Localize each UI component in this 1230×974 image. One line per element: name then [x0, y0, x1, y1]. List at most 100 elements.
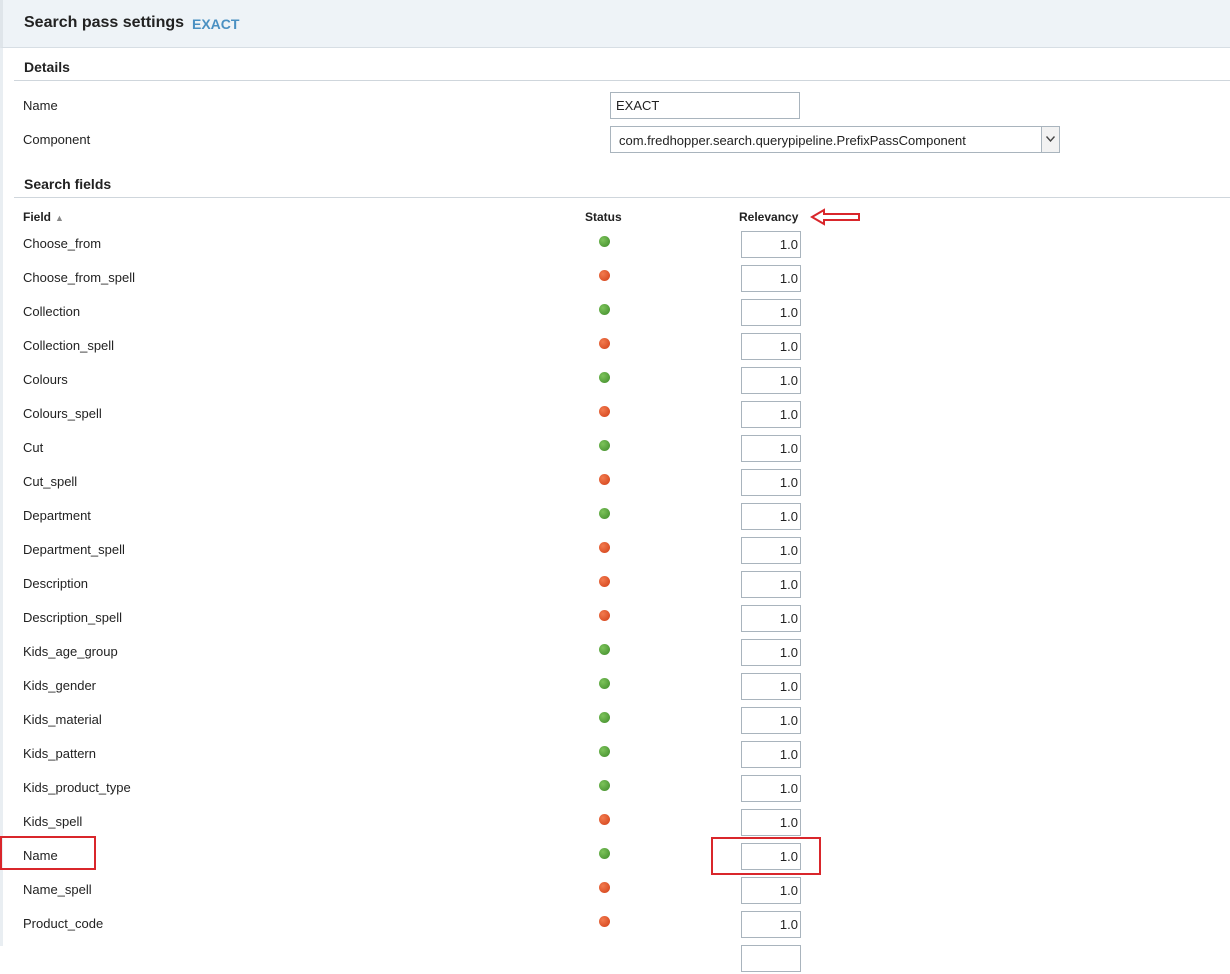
table-row: Kids_material — [0, 702, 1230, 736]
table-row: Cut_spell — [0, 464, 1230, 498]
component-label: Component — [23, 132, 91, 147]
status-active-icon — [599, 780, 610, 791]
name-label: Name — [23, 98, 58, 113]
relevancy-input[interactable] — [741, 537, 801, 564]
table-row: Choose_from — [0, 226, 1230, 260]
table-row: Description_spell — [0, 600, 1230, 634]
table-row: Description — [0, 566, 1230, 600]
field-name: Collection — [23, 304, 81, 319]
relevancy-input[interactable] — [741, 911, 801, 938]
page-header: Search pass settings EXACT — [0, 0, 1230, 48]
status-active-icon — [599, 848, 610, 859]
relevancy-input[interactable] — [741, 605, 801, 632]
field-name: Kids_age_group — [23, 644, 118, 659]
component-select[interactable]: com.fredhopper.search.querypipeline.Pref… — [610, 126, 1060, 153]
search-fields-table: Choose_from Choose_from_spell Collection Co… — [0, 226, 1230, 974]
field-name: Collection_spell — [23, 338, 115, 353]
pass-name-badge: EXACT — [192, 16, 240, 32]
table-row: Kids_pattern — [0, 736, 1230, 770]
relevancy-input[interactable] — [741, 333, 801, 360]
relevancy-input[interactable] — [741, 639, 801, 666]
field-name: Description — [23, 576, 89, 591]
status-inactive-icon — [599, 270, 610, 281]
table-row: Kids_age_group — [0, 634, 1230, 668]
field-name: Choose_from_spell — [23, 270, 136, 285]
relevancy-input[interactable] — [741, 299, 801, 326]
status-active-icon — [599, 236, 610, 247]
relevancy-input[interactable] — [741, 435, 801, 462]
column-header-relevancy[interactable]: Relevancy — [739, 210, 798, 224]
field-name: Kids_spell — [23, 814, 83, 829]
field-name: Cut_spell — [23, 474, 78, 489]
table-row: Department_spell — [0, 532, 1230, 566]
field-name: Kids_material — [23, 712, 102, 727]
field-name: Department_spell — [23, 542, 125, 557]
details-divider — [14, 80, 1230, 81]
field-name: Department — [23, 508, 91, 523]
status-inactive-icon — [599, 474, 610, 485]
field-name: Cut — [23, 440, 44, 455]
table-row: Name_spell — [0, 872, 1230, 906]
table-row: Department — [0, 498, 1230, 532]
status-active-icon — [599, 372, 610, 383]
status-active-icon — [599, 712, 610, 723]
search-fields-divider — [14, 197, 1230, 198]
relevancy-input[interactable] — [741, 809, 801, 836]
relevancy-input[interactable] — [741, 265, 801, 292]
relevancy-input[interactable] — [741, 741, 801, 768]
table-row: Name — [0, 838, 1230, 872]
field-name: Kids_pattern — [23, 746, 96, 761]
field-name: Name_spell — [23, 882, 92, 897]
relevancy-input[interactable] — [741, 503, 801, 530]
field-name: Kids_product_type — [23, 780, 131, 795]
component-select-value: com.fredhopper.search.querypipeline.Pref… — [619, 133, 966, 148]
status-inactive-icon — [599, 406, 610, 417]
chevron-down-icon[interactable] — [1041, 127, 1059, 152]
status-active-icon — [599, 508, 610, 519]
status-active-icon — [599, 746, 610, 757]
relevancy-input[interactable] — [741, 877, 801, 904]
relevancy-input[interactable] — [741, 367, 801, 394]
field-name: Product_code — [23, 916, 104, 931]
table-row: Product_code — [0, 906, 1230, 940]
relevancy-input[interactable] — [741, 469, 801, 496]
column-header-status[interactable]: Status — [585, 210, 622, 224]
column-header-field-label: Field — [23, 210, 52, 224]
status-active-icon — [599, 440, 610, 451]
relevancy-input[interactable] — [741, 673, 801, 700]
search-fields-section-title: Search fields — [24, 176, 112, 192]
field-name: Colours_spell — [23, 406, 102, 421]
status-active-icon — [599, 644, 610, 655]
table-row: Collection_spell — [0, 328, 1230, 362]
field-name: Kids_gender — [23, 678, 96, 693]
field-name: Name — [23, 848, 58, 863]
relevancy-input[interactable] — [741, 775, 801, 802]
status-inactive-icon — [599, 338, 610, 349]
status-inactive-icon — [599, 916, 610, 927]
relevancy-input[interactable] — [741, 231, 801, 258]
left-arrow-outline-icon — [810, 208, 860, 226]
field-name: Choose_from — [23, 236, 102, 251]
relevancy-input[interactable] — [741, 843, 801, 870]
table-row: Kids_gender — [0, 668, 1230, 702]
status-inactive-icon — [599, 576, 610, 587]
relevancy-input[interactable] — [741, 401, 801, 428]
table-row: Colours_spell — [0, 396, 1230, 430]
status-inactive-icon — [599, 610, 610, 621]
relevancy-input[interactable] — [741, 707, 801, 734]
status-active-icon — [599, 304, 610, 315]
relevancy-input[interactable] — [741, 945, 801, 972]
table-row: Choose_from_spell — [0, 260, 1230, 294]
name-input[interactable] — [610, 92, 800, 119]
status-inactive-icon — [599, 542, 610, 553]
sort-ascending-icon: ▲ — [55, 213, 64, 223]
table-row — [0, 940, 1230, 974]
status-inactive-icon — [599, 814, 610, 825]
table-row: Colours — [0, 362, 1230, 396]
field-name: Description_spell — [23, 610, 122, 625]
table-row: Cut — [0, 430, 1230, 464]
column-header-field[interactable]: Field ▲ — [23, 210, 64, 224]
table-row: Kids_product_type — [0, 770, 1230, 804]
relevancy-input[interactable] — [741, 571, 801, 598]
status-inactive-icon — [599, 882, 610, 893]
